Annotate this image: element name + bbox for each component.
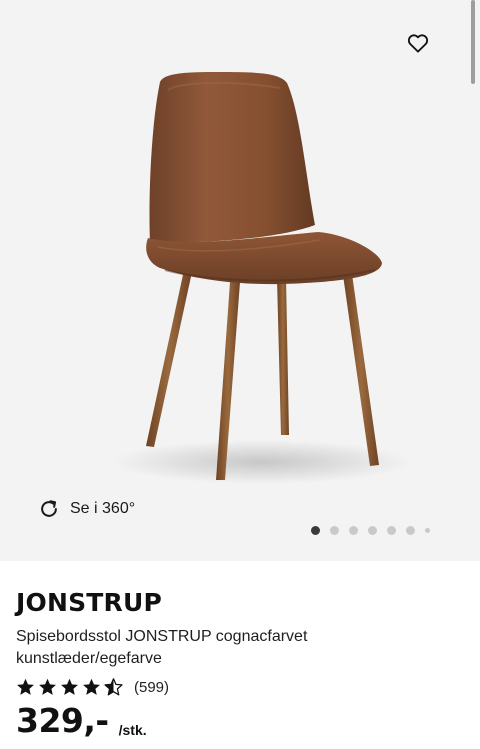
pagination-dot[interactable]	[330, 525, 339, 535]
pagination-dot[interactable]	[368, 525, 377, 535]
pagination-dot[interactable]	[387, 525, 396, 535]
product-name: JONSTRUP	[16, 588, 163, 617]
favorite-button[interactable]	[404, 29, 432, 57]
pagination-dot[interactable]	[406, 525, 415, 535]
product-image	[112, 72, 412, 484]
product-description: Spisebordsstol JONSTRUP cognacfarvet kun…	[16, 628, 308, 667]
image-pagination	[311, 524, 430, 536]
product-page: Se i 360° JONSTRUP Spisebordsstol JONSTR…	[0, 0, 480, 749]
price-row: 329,- /stk.	[16, 702, 456, 740]
star-half-icon	[104, 678, 123, 696]
product-info: JONSTRUP Spisebordsstol JONSTRUP cognacf…	[16, 586, 456, 740]
star-icon	[39, 678, 56, 695]
rating-count: (599)	[134, 678, 170, 696]
view-360-button[interactable]: Se i 360°	[38, 496, 135, 522]
rating[interactable]: (599)	[16, 676, 456, 698]
product-image-gallery[interactable]: Se i 360°	[0, 0, 480, 561]
price: 329,-	[16, 701, 109, 740]
star-icon	[17, 678, 34, 695]
star-icon	[83, 678, 100, 695]
price-unit: /stk.	[118, 722, 147, 738]
pagination-dot[interactable]	[425, 527, 430, 533]
pagination-dot-active[interactable]	[311, 525, 320, 535]
heart-outline-icon	[407, 34, 429, 53]
star-icon	[61, 678, 78, 695]
rotate-360-icon	[41, 500, 57, 517]
pagination-dot[interactable]	[349, 525, 358, 535]
scrollbar[interactable]	[471, 0, 475, 84]
view-360-label: Se i 360°	[70, 500, 136, 517]
